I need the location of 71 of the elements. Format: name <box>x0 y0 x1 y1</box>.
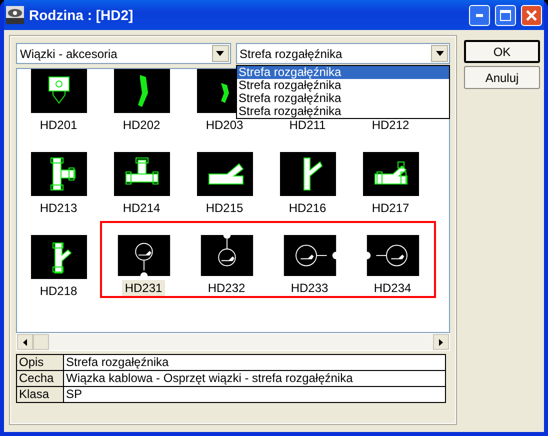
dropdown-value: Wiązki - akcesoria <box>20 46 118 60</box>
wye-fitting-icon <box>208 163 244 184</box>
component-tile[interactable] <box>114 152 170 196</box>
property-value: Wiązka kablowa - Osprzęt wiązki - strefa rozgałęźnika <box>64 371 445 386</box>
left-arrow-icon <box>23 338 27 346</box>
scroll-right-button[interactable] <box>433 334 449 350</box>
property-name: Klasa <box>17 387 63 402</box>
dropdown-field[interactable]: Wiązki - akcesoria <box>16 43 230 64</box>
component-label[interactable]: HD214 <box>120 200 164 216</box>
property-name: Opis <box>17 355 63 370</box>
splice-zone-icon <box>295 244 338 266</box>
splice-zone-icon <box>218 235 236 266</box>
component-tile[interactable] <box>282 235 338 276</box>
component-label[interactable]: HD202 <box>120 117 164 133</box>
tee-fitting-icon <box>50 158 75 190</box>
component-tile[interactable] <box>116 235 172 276</box>
component-label[interactable]: HD218 <box>36 283 80 299</box>
component-tile[interactable] <box>30 152 86 196</box>
component-label[interactable]: HD215 <box>202 200 246 216</box>
dropdown-option[interactable]: Strefa rozgałęźnika <box>236 66 449 79</box>
component-tile[interactable] <box>280 152 336 196</box>
maximize-button[interactable] <box>495 4 516 26</box>
close-icon <box>526 10 537 20</box>
component-label[interactable]: HD233 <box>288 280 332 296</box>
wye-fitting-icon <box>52 242 72 274</box>
component-label[interactable]: HD212 <box>368 117 412 133</box>
component-tile[interactable] <box>362 152 418 196</box>
clip-icon <box>138 75 148 107</box>
property-name: Cecha <box>17 371 63 386</box>
caret-icon <box>436 51 444 56</box>
scroll-left-button[interactable] <box>17 334 33 350</box>
right-arrow-icon <box>439 338 443 346</box>
wye-fitting-icon <box>303 158 322 190</box>
maximize-icon <box>500 10 511 20</box>
component-label[interactable]: HD201 <box>36 117 80 133</box>
caret-icon <box>216 51 224 56</box>
property-value: SP <box>64 387 445 402</box>
component-label[interactable]: HD216 <box>286 200 330 216</box>
dropdown-arrow-button[interactable] <box>431 45 448 62</box>
scroll-thumb[interactable] <box>33 334 49 350</box>
dropdown-arrow-button[interactable] <box>212 45 228 62</box>
component-label[interactable]: HD231 <box>122 280 166 296</box>
ok-button[interactable]: OK <box>464 40 540 63</box>
component-label[interactable]: HD211 <box>286 117 329 133</box>
minimize-icon <box>476 14 483 16</box>
eye-logo-icon <box>6 6 24 24</box>
window-title: Rodzina : [HD2] <box>29 7 134 23</box>
component-label[interactable]: HD234 <box>370 280 414 296</box>
component-tile[interactable] <box>30 69 86 113</box>
component-label[interactable]: HD213 <box>36 200 80 216</box>
component-label[interactable]: HD203 <box>202 117 246 133</box>
plug-icon <box>48 76 69 104</box>
close-button[interactable] <box>521 4 542 26</box>
minimize-button[interactable] <box>469 4 490 26</box>
splice-zone-icon <box>134 242 152 276</box>
splice-zone-icon <box>364 244 407 266</box>
component-label[interactable]: HD217 <box>368 200 412 216</box>
component-tile[interactable] <box>198 235 254 276</box>
tee-fitting-icon <box>125 158 158 184</box>
cancel-button[interactable]: Anuluj <box>464 66 540 89</box>
dropdown-value: Strefa rozgałęźnika <box>240 46 344 60</box>
component-tile[interactable] <box>364 235 420 276</box>
component-tile[interactable] <box>196 152 252 196</box>
clip-icon <box>220 83 228 103</box>
component-tile[interactable] <box>114 69 170 113</box>
wye-fitting-icon <box>374 162 407 184</box>
component-label[interactable]: HD232 <box>204 280 248 296</box>
property-value: Strefa rozgałęźnika <box>64 355 445 370</box>
dropdown-field[interactable]: Strefa rozgałęźnika <box>236 43 450 64</box>
horizontal-scrollbar[interactable] <box>16 333 450 351</box>
component-tile[interactable] <box>30 235 86 279</box>
